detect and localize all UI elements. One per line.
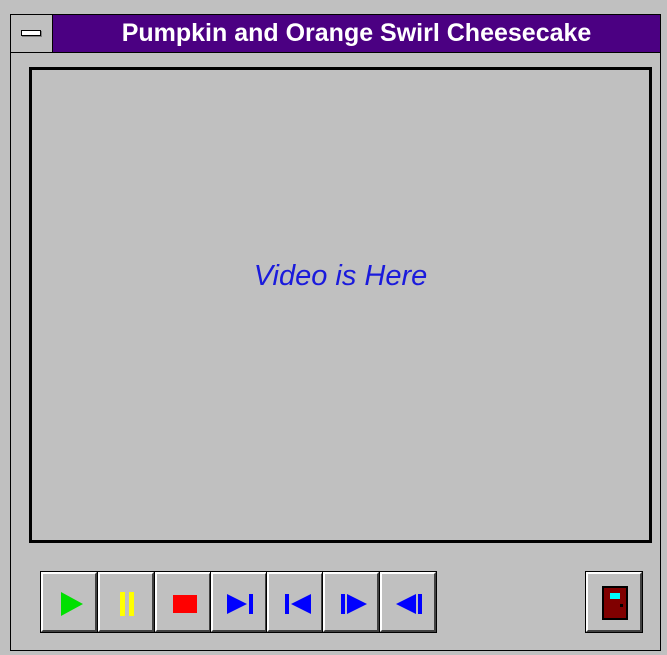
skip-to-end-button[interactable] [210,571,268,633]
step-back-button[interactable] [379,571,437,633]
play-button[interactable] [40,571,98,633]
step-back-icon [396,594,422,614]
system-menu-button[interactable] [11,15,53,52]
system-menu-icon [21,30,41,36]
step-forward-button[interactable] [322,571,380,633]
stop-button[interactable] [154,571,212,633]
pause-button[interactable] [97,571,155,633]
exit-button[interactable] [585,571,643,633]
video-display: Video is Here [29,67,652,543]
door-exit-icon [602,586,628,620]
stop-icon [173,595,197,613]
step-forward-icon [341,594,367,614]
media-player-window: Pumpkin and Orange Swirl Cheesecake Vide… [10,14,661,651]
pause-icon [120,592,134,616]
skip-start-icon [285,594,311,614]
window-title: Pumpkin and Orange Swirl Cheesecake [121,19,592,47]
title-bar: Pumpkin and Orange Swirl Cheesecake [11,15,660,53]
skip-to-start-button[interactable] [266,571,324,633]
skip-end-icon [227,594,253,614]
play-icon [61,592,83,616]
video-placeholder-text: Video is Here [253,260,428,292]
